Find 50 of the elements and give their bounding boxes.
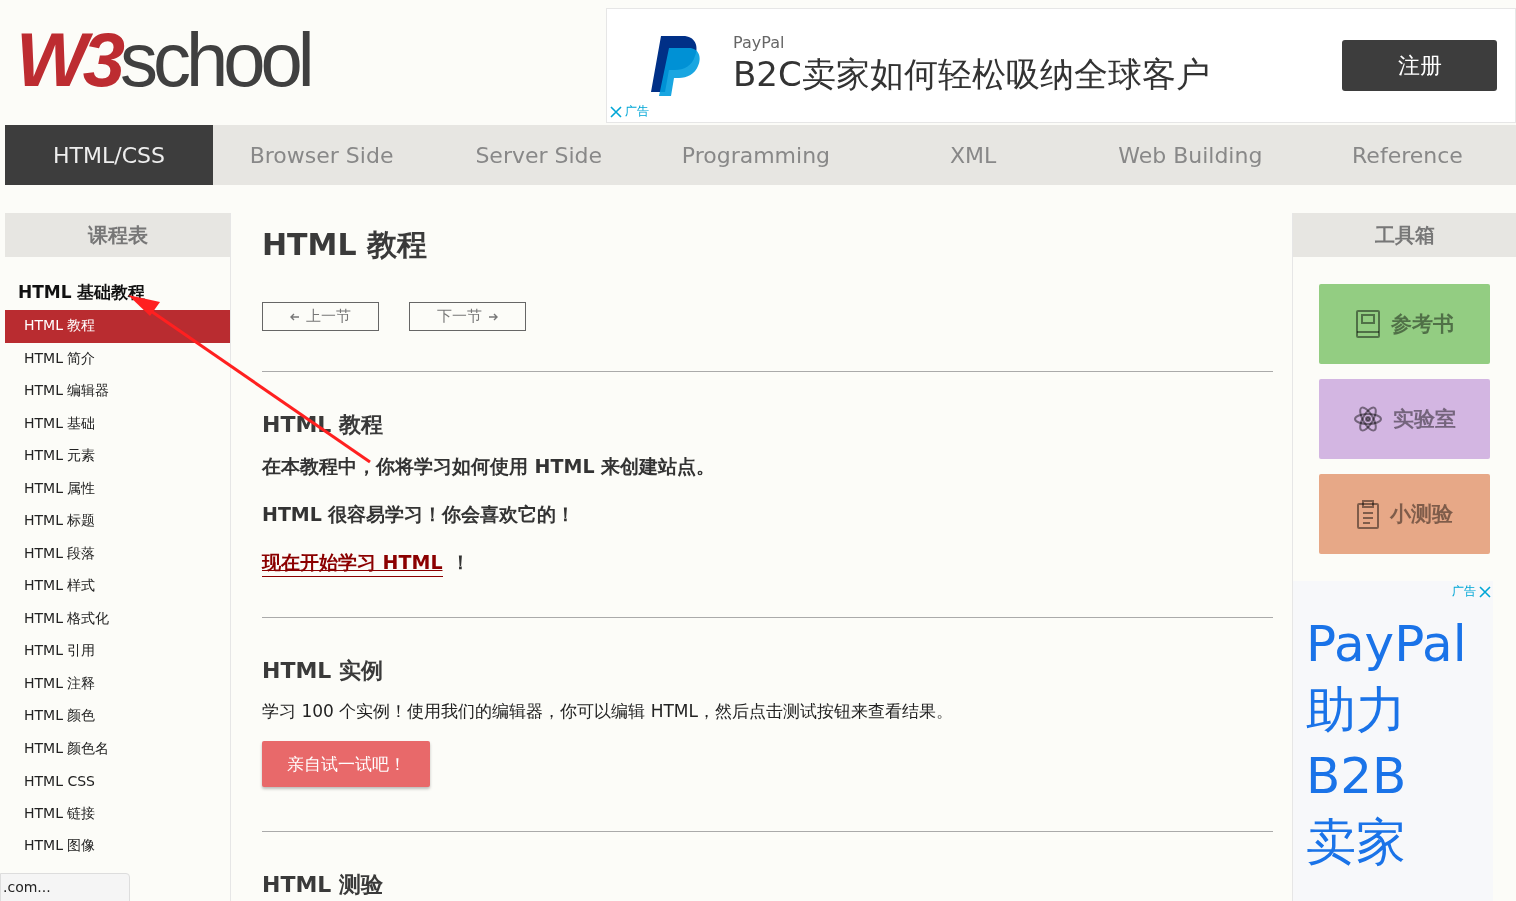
sidebar-item[interactable]: HTML 标题 <box>5 505 230 538</box>
start-learning-link[interactable]: 现在开始学习 HTML <box>262 550 443 577</box>
ad-text: PayPal <box>1306 614 1468 675</box>
sidebar-item[interactable]: HTML CSS <box>5 765 230 798</box>
arrow-right-icon <box>488 311 498 322</box>
ad-text: B2B <box>1306 746 1408 807</box>
ad-banner[interactable]: PayPal B2C卖家如何轻松吸纳全球客户 注册 广告 <box>606 8 1516 123</box>
sidebar-item[interactable]: HTML 颜色 <box>5 700 230 733</box>
sidebar-item[interactable]: HTML 样式 <box>5 570 230 603</box>
sidebar-item[interactable]: HTML 基础 <box>5 407 230 440</box>
atom-icon <box>1353 404 1383 434</box>
ad-text: 卖家 <box>1306 812 1407 873</box>
sidebar-item[interactable]: HTML 引用 <box>5 635 230 668</box>
close-icon[interactable] <box>610 105 622 118</box>
clipboard-icon <box>1356 499 1380 529</box>
toolbox-title: 工具箱 <box>1293 213 1516 257</box>
sidebar-item[interactable]: HTML 教程 <box>5 310 230 343</box>
sidebar-title: 课程表 <box>5 213 230 257</box>
sidebar-item[interactable]: HTML 段落 <box>5 537 230 570</box>
side-ad[interactable]: 广告 PayPal 助力 B2B 卖家 <box>1293 581 1493 901</box>
sidebar-item[interactable]: HTML 图像 <box>5 830 230 863</box>
ad-label: 广告 <box>1452 583 1476 600</box>
sidebar-item[interactable]: HTML 颜色名 <box>5 732 230 765</box>
intro-text: 在本教程中，你将学习如何使用 HTML 来创建站点。 <box>262 454 717 479</box>
section-heading: HTML 实例 <box>262 657 384 685</box>
nav-tab[interactable]: HTML/CSS <box>5 125 213 185</box>
register-button[interactable]: 注册 <box>1342 40 1497 91</box>
status-url-tooltip: .com... <box>0 873 130 901</box>
ad-text: 助力 <box>1306 680 1407 741</box>
book-icon <box>1355 309 1381 339</box>
sidebar-item[interactable]: HTML 链接 <box>5 797 230 830</box>
sidebar-item[interactable]: HTML 编辑器 <box>5 375 230 408</box>
exclamation-text: ！ <box>450 550 470 575</box>
w3school-logo[interactable]: W3school <box>0 0 606 98</box>
sidebar-item[interactable]: HTML 简介 <box>5 342 230 375</box>
section-heading: HTML 测验 <box>262 871 384 899</box>
prev-button[interactable]: 上一节 <box>262 302 379 331</box>
arrow-left-icon <box>290 311 300 322</box>
ad-headline: B2C卖家如何轻松吸纳全球客户 <box>733 53 1211 96</box>
ad-label: 广告 <box>625 103 649 120</box>
sidebar-item[interactable]: HTML 格式化 <box>5 602 230 635</box>
close-icon[interactable] <box>1479 585 1491 598</box>
sidebar-item[interactable]: HTML 元素 <box>5 440 230 473</box>
ad-brand: PayPal <box>733 33 786 52</box>
sidebar-item[interactable]: HTML 属性 <box>5 472 230 505</box>
examples-text: 学习 100 个实例！使用我们的编辑器，你可以编辑 HTML，然后点击测试按钮来查看结果。 <box>262 700 954 723</box>
sidebar-item[interactable]: HTML 注释 <box>5 667 230 700</box>
next-button[interactable]: 下一节 <box>409 302 526 331</box>
intro-text: HTML 很容易学习！你会喜欢它的！ <box>262 502 577 527</box>
page-title: HTML 教程 <box>262 226 428 264</box>
